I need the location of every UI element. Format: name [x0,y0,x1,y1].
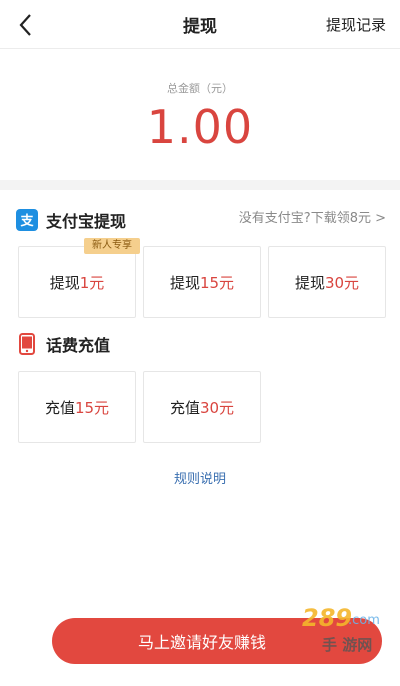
option-prefix: 充值 [44,398,75,417]
rules-link[interactable]: 规则说明 [0,468,400,487]
option-amount: 30元 [324,273,360,292]
header-divider [0,48,400,49]
withdraw-option-1[interactable]: 提现 1元 [18,246,136,318]
option-amount: 1元 [79,273,105,292]
top-nav-bar: 提现 提现记录 [0,0,400,48]
option-prefix: 提现 [49,273,80,292]
option-prefix: 充值 [169,398,200,417]
section-separator [0,180,400,190]
option-amount: 15元 [74,398,110,417]
option-prefix: 提现 [294,273,325,292]
balance-label: 总金额（元） [167,82,233,95]
invite-friends-button[interactable]: 马上邀请好友赚钱 [52,618,382,664]
alipay-icon: 支 [16,209,38,231]
balance-amount: 1.00 [146,100,254,154]
option-amount: 15元 [199,273,235,292]
new-user-badge: 新人专享 [84,238,140,254]
withdraw-history-link[interactable]: 提现记录 [326,14,386,35]
phone-section-title: 话费充值 [46,336,111,355]
option-amount: 30元 [199,398,235,417]
phone-section-header: 话费充值 [16,331,110,357]
option-prefix: 提现 [169,273,200,292]
invite-button-label: 马上邀请好友赚钱 [138,633,267,652]
recharge-option-15[interactable]: 充值 15元 [18,371,136,443]
alipay-section-title: 支付宝提现 [46,212,127,231]
withdraw-option-30[interactable]: 提现 30元 [268,246,386,318]
download-alipay-link[interactable]: 没有支付宝?下载领8元 > [239,207,386,226]
withdraw-option-15[interactable]: 提现 15元 [143,246,261,318]
recharge-option-30[interactable]: 充值 30元 [143,371,261,443]
phone-icon [16,333,38,355]
alipay-section-header: 支 支付宝提现 [16,207,126,233]
svg-text:支: 支 [19,213,34,229]
